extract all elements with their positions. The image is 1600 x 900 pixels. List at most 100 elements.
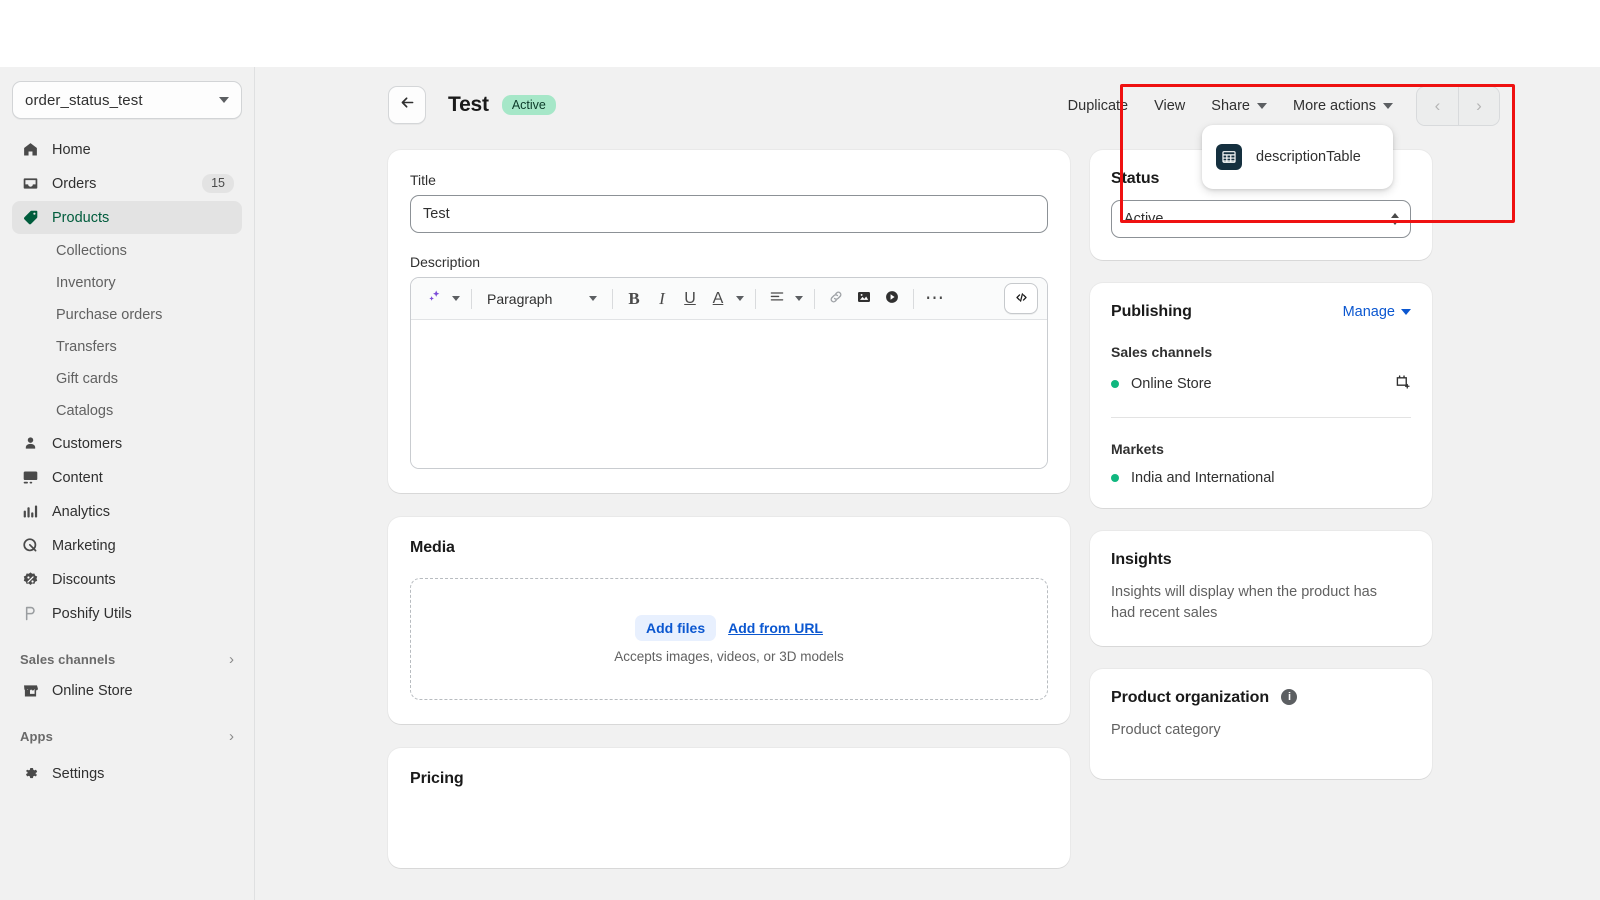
sidebar: order_status_test Home Orders 15 (0, 67, 255, 900)
insert-video-button[interactable] (878, 284, 906, 314)
insights-card: Insights Insights will display when the … (1090, 531, 1432, 646)
sidebar-item-content[interactable]: Content (12, 461, 242, 494)
sidebar-item-label: Products (52, 210, 109, 226)
next-product-button[interactable]: › (1458, 87, 1499, 125)
sidebar-item-gift-cards[interactable]: Gift cards (12, 363, 242, 395)
more-actions-button[interactable]: More actions (1280, 87, 1406, 125)
status-select-wrapper: Active (1111, 200, 1411, 238)
sidebar-section-apps[interactable]: Apps › (12, 721, 242, 751)
sidebar-item-purchase-orders[interactable]: Purchase orders (12, 299, 242, 331)
align-left-icon (769, 289, 785, 309)
sidebar-item-collections[interactable]: Collections (12, 235, 242, 267)
text-color-button[interactable]: A (704, 284, 732, 314)
status-badge: Active (502, 95, 556, 115)
share-dropdown-menu[interactable]: descriptionTable (1202, 125, 1393, 189)
calendar-add-icon[interactable] (1394, 373, 1411, 395)
duplicate-button[interactable]: Duplicate (1055, 87, 1141, 125)
chevron-left-icon: ‹ (1435, 96, 1441, 116)
insights-body-text: Insights will display when the product h… (1111, 582, 1389, 624)
sidebar-item-customers[interactable]: Customers (12, 427, 242, 460)
block-format-value: Paragraph (487, 291, 552, 307)
insert-image-button[interactable] (850, 284, 878, 314)
media-actions: Add files Add from URL (635, 615, 823, 641)
description-textarea[interactable] (411, 320, 1047, 468)
home-icon (20, 139, 41, 160)
more-options-button[interactable]: ⋯ (921, 284, 949, 314)
sidebar-section-label: Apps (20, 729, 53, 744)
status-select[interactable]: Active (1111, 200, 1411, 238)
media-card-title: Media (410, 539, 1048, 557)
back-button[interactable] (388, 86, 426, 124)
italic-button[interactable]: I (648, 284, 676, 314)
link-icon (828, 289, 844, 309)
sidebar-item-settings[interactable]: Settings (12, 757, 242, 790)
more-horizontal-icon: ⋯ (925, 294, 945, 304)
add-files-button[interactable]: Add files (635, 615, 716, 641)
sidebar-item-label: Customers (52, 436, 122, 452)
insert-link-button[interactable] (822, 284, 850, 314)
view-button[interactable]: View (1141, 87, 1198, 125)
ai-assist-button[interactable] (420, 284, 448, 314)
title-input[interactable] (410, 195, 1048, 233)
browser-chrome-strip (0, 0, 1600, 67)
page-title: Test (448, 93, 489, 117)
description-editor: Paragraph B I U (410, 277, 1048, 469)
media-hint-text: Accepts images, videos, or 3D models (614, 649, 844, 664)
publishing-divider (1111, 417, 1411, 418)
table-grid-icon (1216, 144, 1242, 170)
chevron-down-icon (1257, 103, 1267, 109)
block-format-select[interactable]: Paragraph (479, 284, 605, 314)
share-menu-item-label: descriptionTable (1256, 149, 1361, 165)
chevron-down-icon (1383, 103, 1393, 109)
publishing-card-title: Publishing (1111, 303, 1192, 321)
sidebar-item-catalogs[interactable]: Catalogs (12, 395, 242, 427)
manage-label: Manage (1343, 304, 1395, 320)
pricing-card-title: Pricing (410, 770, 1048, 788)
admin-shell: order_status_test Home Orders 15 (0, 67, 1600, 900)
sidebar-section-label: Sales channels (20, 652, 115, 667)
sidebar-section-sales-channels[interactable]: Sales channels › (12, 644, 242, 674)
manage-publishing-button[interactable]: Manage (1343, 304, 1411, 320)
poshify-p-icon (20, 603, 41, 624)
sidebar-item-inventory[interactable]: Inventory (12, 267, 242, 299)
discount-badge-icon (20, 569, 41, 590)
text-color-caret[interactable] (732, 284, 748, 314)
ai-assist-caret[interactable] (448, 284, 464, 314)
sidebar-item-online-store[interactable]: Online Store (12, 674, 242, 707)
toolbar-divider (755, 289, 756, 309)
info-icon[interactable]: i (1281, 689, 1297, 705)
sidebar-item-orders[interactable]: Orders 15 (12, 167, 242, 200)
sidebar-item-marketing[interactable]: Marketing (12, 529, 242, 562)
sidebar-item-products[interactable]: Products (12, 201, 242, 234)
code-view-button[interactable] (1004, 283, 1038, 314)
bold-label: B (628, 289, 639, 309)
underline-label: U (684, 290, 696, 308)
align-button[interactable] (763, 284, 791, 314)
product-organization-header: Product organization i (1111, 689, 1411, 707)
page-header: Test Active (388, 86, 556, 124)
sidebar-item-label: Discounts (52, 572, 116, 588)
sidebar-item-label: Transfers (56, 339, 117, 355)
share-button[interactable]: Share (1198, 87, 1280, 125)
chevron-down-icon (589, 296, 597, 301)
media-dropzone[interactable]: Add files Add from URL Accepts images, v… (410, 578, 1048, 700)
bold-button[interactable]: B (620, 284, 648, 314)
store-name: order_status_test (25, 92, 143, 109)
add-from-url-link[interactable]: Add from URL (728, 620, 823, 636)
share-label: Share (1211, 98, 1250, 114)
editor-toolbar: Paragraph B I U (411, 278, 1047, 320)
main-content: Test Active Duplicate View Share More ac… (255, 67, 1600, 900)
sidebar-item-analytics[interactable]: Analytics (12, 495, 242, 528)
sidebar-item-transfers[interactable]: Transfers (12, 331, 242, 363)
underline-button[interactable]: U (676, 284, 704, 314)
sidebar-item-label: Purchase orders (56, 307, 162, 323)
description-field-label: Description (410, 254, 1048, 270)
sidebar-item-label: Inventory (56, 275, 116, 291)
previous-product-button[interactable]: ‹ (1417, 87, 1458, 125)
align-caret[interactable] (791, 284, 807, 314)
sidebar-item-poshify-utils[interactable]: Poshify Utils (12, 597, 242, 630)
sidebar-item-label: Home (52, 142, 91, 158)
sidebar-item-discounts[interactable]: Discounts (12, 563, 242, 596)
store-switcher[interactable]: order_status_test (12, 81, 242, 119)
sidebar-item-home[interactable]: Home (12, 133, 242, 166)
